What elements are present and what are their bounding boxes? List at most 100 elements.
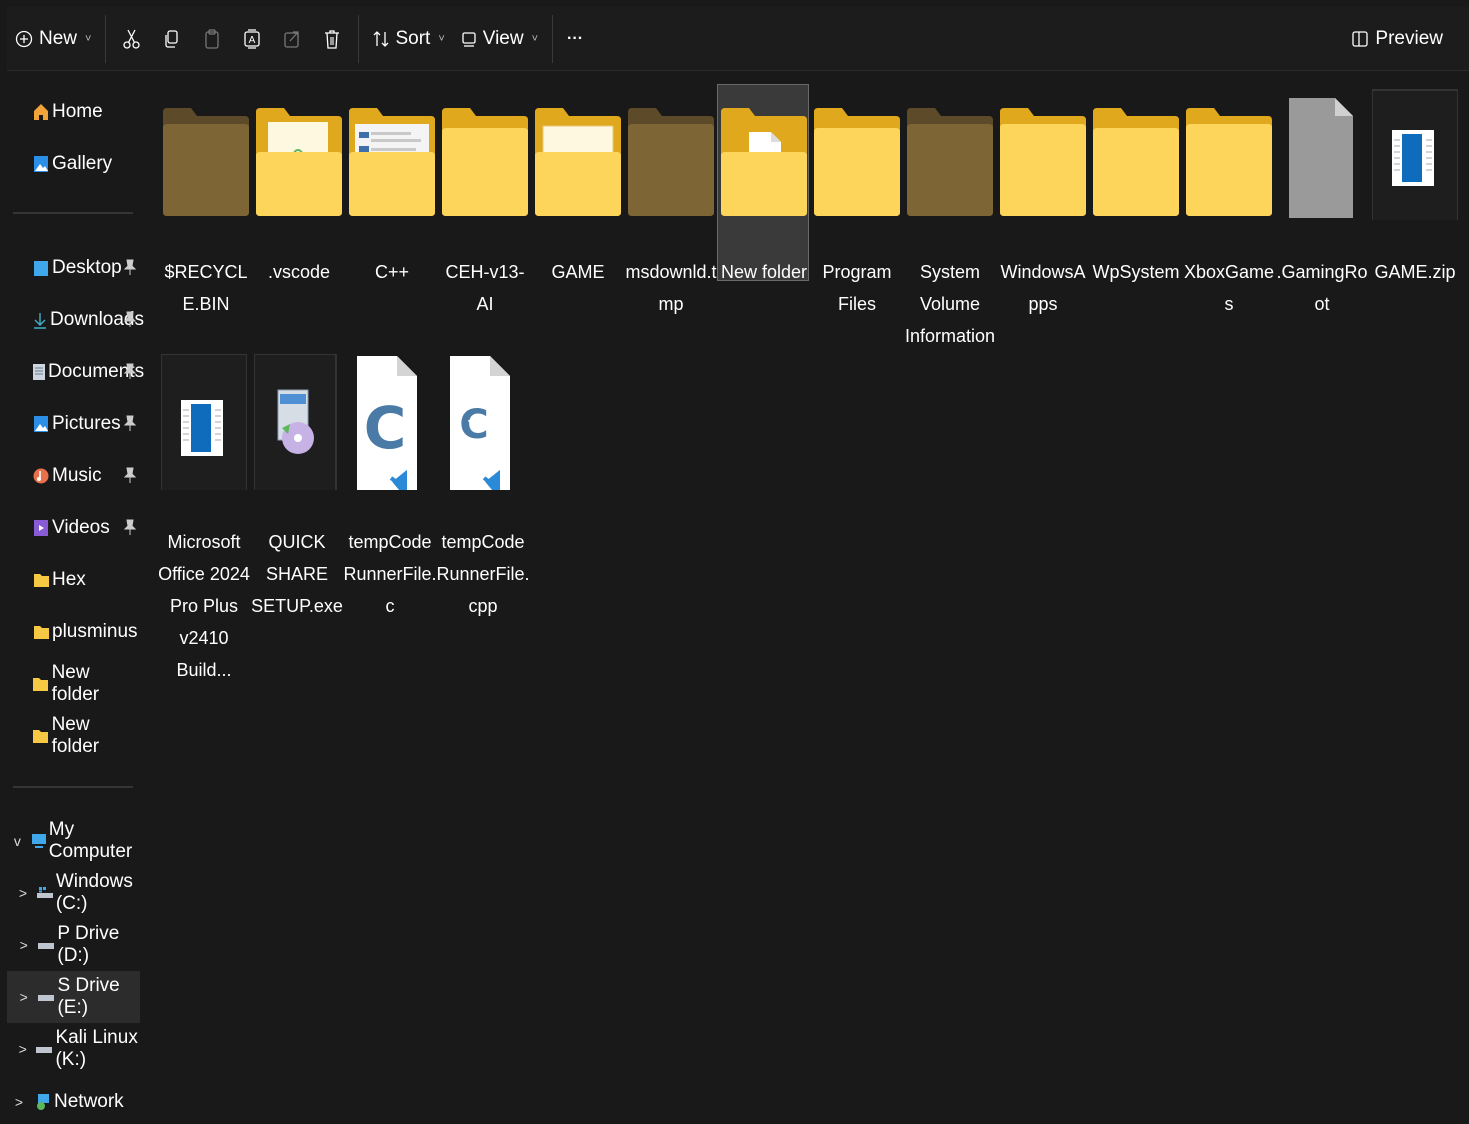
folder-icon <box>33 675 49 693</box>
share-icon <box>284 30 300 48</box>
generic-file-icon <box>1289 98 1353 218</box>
more-options-button[interactable]: ··· <box>559 19 591 59</box>
folder-icon <box>256 108 342 216</box>
view-icon <box>462 31 476 47</box>
folder-icon <box>349 108 435 216</box>
paste-icon <box>205 28 220 49</box>
add-circle-icon <box>15 30 33 47</box>
nav-item-music[interactable]: Music <box>7 454 140 498</box>
gallery-icon <box>33 155 49 173</box>
zip-archive-icon <box>161 354 247 490</box>
delete-icon <box>325 29 340 49</box>
file-name: WpSystem <box>1092 262 1180 282</box>
sort-button[interactable]: Sort ˅ <box>365 19 452 59</box>
nav-item-videos[interactable]: Videos <box>7 506 140 550</box>
svg-text:++: ++ <box>467 411 494 430</box>
nav-item-my-computer[interactable]: v My Computer <box>7 819 140 863</box>
file-name: New folder <box>720 262 808 282</box>
file-name: $RECYCLE.BIN <box>164 262 248 314</box>
chevron-right-icon[interactable]: > <box>17 989 30 1005</box>
view-button[interactable]: View ˅ <box>453 19 546 59</box>
pictures-icon <box>33 415 49 433</box>
nav-separator <box>13 212 133 214</box>
delete-button[interactable] <box>312 19 352 59</box>
folder-icon <box>163 108 249 216</box>
nav-item-plusminus[interactable]: plusminus <box>7 610 140 654</box>
new-button[interactable]: New ˅ <box>7 19 99 59</box>
network-icon <box>35 1093 51 1111</box>
installer-icon <box>254 354 337 490</box>
folder-icon <box>33 727 49 745</box>
cut-button[interactable] <box>112 19 152 59</box>
nav-label: Pictures <box>52 413 121 434</box>
nav-item-hex[interactable]: Hex <box>7 558 140 602</box>
file-name: XboxGames <box>1183 262 1275 314</box>
new-label: New <box>39 27 78 49</box>
nav-label: Network <box>54 1091 124 1112</box>
folder-icon <box>1000 108 1086 216</box>
file-name: msdownld.tmp <box>625 262 717 314</box>
nav-item-gallery[interactable]: Gallery <box>7 142 140 186</box>
chevron-right-icon[interactable]: > <box>17 885 29 901</box>
folder-icon <box>721 108 807 216</box>
file-name: .vscode <box>267 262 331 282</box>
preview-label: Preview <box>1375 27 1443 49</box>
chevron-right-icon[interactable]: > <box>17 937 30 953</box>
nav-item-new-folder[interactable]: New folder <box>7 714 140 758</box>
folder-icon <box>535 108 621 216</box>
preview-button[interactable]: Preview <box>1343 19 1451 59</box>
navigation-pane: Home Gallery Desktop Downloads Documents… <box>7 72 144 1120</box>
nav-item-new-folder[interactable]: New folder <box>7 662 140 706</box>
nav-item-network[interactable]: > Network <box>7 1080 140 1124</box>
pin-icon <box>124 259 136 275</box>
chevron-down-icon[interactable]: v <box>11 833 24 849</box>
file-name: WindowsApps <box>1000 262 1086 314</box>
drive-icon <box>38 988 55 1006</box>
drive-icon <box>36 1040 53 1058</box>
nav-label: Hex <box>52 569 86 590</box>
music-icon <box>33 467 49 485</box>
nav-item-pictures[interactable]: Pictures <box>7 402 140 446</box>
nav-label: New folder <box>51 714 100 757</box>
nav-label: New folder <box>51 662 100 705</box>
nav-item-drive-c[interactable]: > Windows (C:) <box>7 871 140 915</box>
rename-button[interactable]: A <box>232 19 272 59</box>
toolbar-separator <box>358 14 360 63</box>
file-name: .GamingRoot <box>1276 262 1368 314</box>
download-icon <box>33 311 47 329</box>
nav-label: plusminus <box>52 621 138 642</box>
file-name: Microsoft Office 2024 Pro Plus v2410 Bui… <box>158 532 250 680</box>
c-source-file-icon: C <box>357 356 417 490</box>
nav-item-drive-d[interactable]: > P Drive (D:) <box>7 923 140 967</box>
chevron-down-icon: ˅ <box>531 32 539 45</box>
share-button[interactable] <box>272 19 312 59</box>
copy-icon <box>165 29 179 48</box>
folder-icon <box>1093 108 1179 216</box>
file-name: tempCodeRunnerFile.cpp <box>436 532 530 616</box>
pin-icon <box>124 467 136 483</box>
nav-item-downloads[interactable]: Downloads <box>7 298 144 342</box>
cut-icon <box>123 29 141 49</box>
nav-item-desktop[interactable]: Desktop <box>7 246 140 290</box>
nav-separator <box>13 786 133 788</box>
nav-item-home[interactable]: Home <box>7 90 140 134</box>
nav-label: S Drive (E:) <box>57 975 120 1018</box>
nav-item-drive-k[interactable]: > Kali Linux (K:) <box>7 1027 140 1071</box>
rename-icon: A <box>244 28 261 49</box>
nav-label: Music <box>52 465 102 486</box>
file-name: C++ <box>374 262 410 282</box>
nav-item-documents[interactable]: Documents <box>7 350 144 394</box>
paste-button[interactable] <box>192 19 232 59</box>
file-name: CEH-v13-AI <box>445 262 525 314</box>
chevron-down-icon: ˅ <box>85 32 92 45</box>
chevron-right-icon[interactable]: > <box>11 1094 27 1110</box>
copy-button[interactable] <box>152 19 192 59</box>
computer-icon <box>31 832 46 850</box>
folder-icon <box>814 108 900 216</box>
desktop-icon <box>33 259 49 277</box>
file-name: Program Files <box>822 262 892 314</box>
toolbar-separator <box>552 14 554 63</box>
nav-item-drive-e[interactable]: > S Drive (E:) <box>7 971 140 1023</box>
file-name: GAME.zip <box>1374 262 1456 282</box>
chevron-right-icon[interactable]: > <box>17 1041 28 1057</box>
